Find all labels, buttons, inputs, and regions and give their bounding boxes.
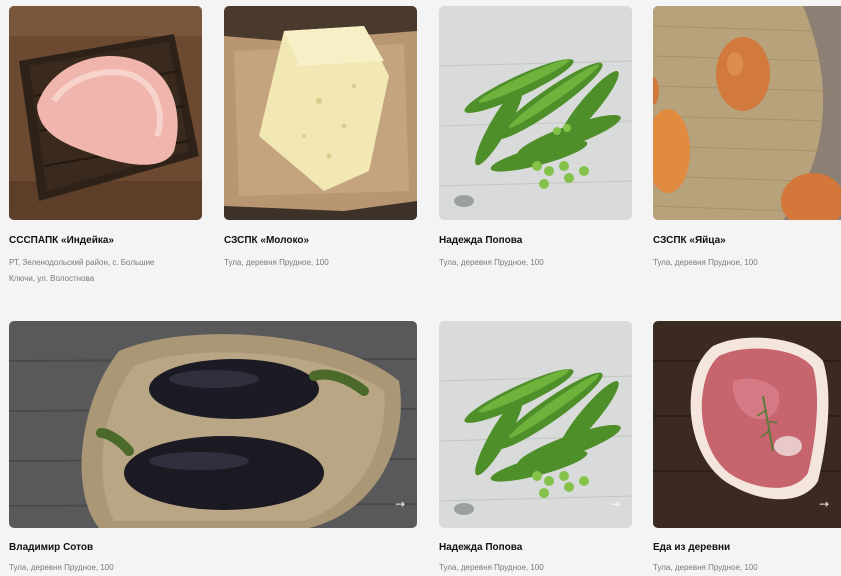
green-peas-photo	[439, 6, 632, 220]
product-address: РТ, Зеленодольский район, с. Большие Клю…	[9, 258, 155, 283]
arrow-right-icon[interactable]: →	[819, 498, 829, 510]
product-title[interactable]: СЗСПК «Яйца»	[653, 235, 726, 246]
arrow-right-icon[interactable]: →	[610, 498, 620, 510]
product-title[interactable]: СЗСПК «Молоко»	[224, 235, 309, 246]
product-image-cheese[interactable]	[224, 6, 417, 220]
product-image-eggs[interactable]	[653, 6, 841, 220]
product-title[interactable]: Надежда Попова	[439, 542, 522, 553]
cheese-photo	[224, 6, 417, 220]
product-address: Тула, деревня Прудное, 100	[224, 258, 329, 267]
ham-steak-photo	[653, 321, 841, 528]
product-title[interactable]: СССПАПК «Индейка»	[9, 235, 114, 246]
eggs-photo	[653, 6, 841, 220]
product-address: Тула, деревня Прудное, 100	[653, 563, 758, 572]
green-peas-photo	[439, 321, 632, 528]
arrow-right-icon[interactable]: →	[395, 498, 405, 510]
product-address: Тула, деревня Прудное, 100	[9, 563, 114, 572]
product-image-peas[interactable]: →	[439, 321, 632, 528]
product-address: Тула, деревня Прудное, 100	[653, 258, 758, 267]
product-address: Тула, деревня Прудное, 100	[439, 563, 544, 572]
product-address: Тула, деревня Прудное, 100	[439, 258, 544, 267]
product-title[interactable]: Надежда Попова	[439, 235, 522, 246]
product-image-turkey[interactable]	[9, 6, 202, 220]
product-title[interactable]: Владимир Сотов	[9, 542, 93, 553]
product-image-peas[interactable]	[439, 6, 632, 220]
eggplants-photo	[9, 321, 417, 528]
product-image-eggplants[interactable]: →	[9, 321, 417, 528]
product-image-ham[interactable]: →	[653, 321, 841, 528]
product-title[interactable]: Еда из деревни	[653, 542, 730, 553]
turkey-meat-photo	[9, 6, 202, 220]
